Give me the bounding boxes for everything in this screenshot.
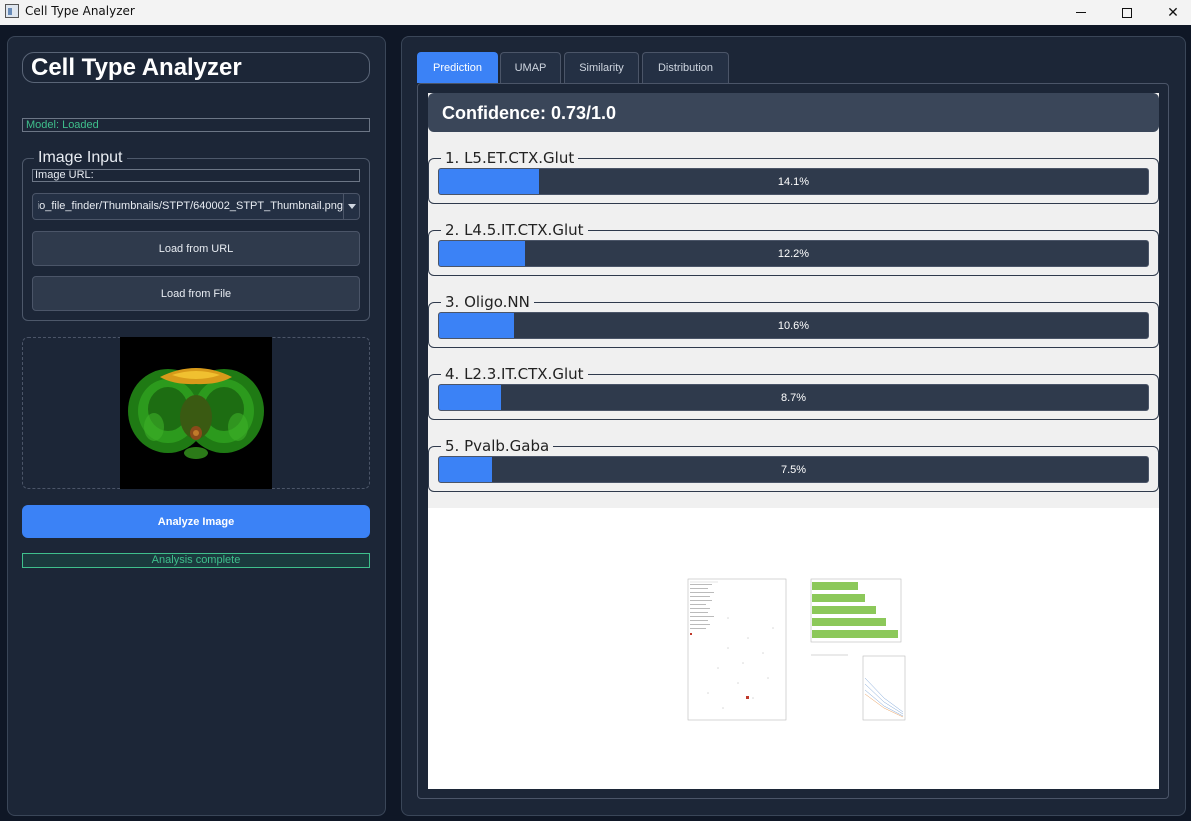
prediction-title: 5. Pvalb.Gaba — [441, 437, 554, 455]
window-title: Cell Type Analyzer — [25, 4, 135, 18]
brain-section-image — [120, 337, 272, 489]
load-from-file-button[interactable]: Load from File — [32, 276, 360, 311]
model-status: Model: Loaded — [22, 118, 370, 132]
load-from-url-button[interactable]: Load from URL — [32, 231, 360, 266]
maximize-button[interactable] — [1104, 0, 1150, 25]
prediction-title: 1. L5.ET.CTX.Glut — [441, 149, 579, 167]
prediction-progress-bar: 14.1% — [438, 168, 1149, 195]
prediction-title: 4. L2.3.IT.CTX.Glut — [441, 365, 588, 383]
minimize-icon — [1076, 12, 1086, 13]
app-icon — [5, 4, 19, 18]
title-bar: Cell Type Analyzer ✕ — [0, 0, 1191, 25]
prediction-progress-bar: 10.6% — [438, 312, 1149, 339]
close-button[interactable]: ✕ — [1150, 0, 1191, 25]
brain-section-graphic — [120, 337, 272, 489]
prediction-progress-bar: 8.7% — [438, 384, 1149, 411]
image-url-value: bio_file_finder/Thumbnails/STPT/640002_S… — [38, 200, 343, 212]
image-url-label: Image URL: — [32, 169, 360, 182]
prediction-percent: 7.5% — [780, 463, 807, 476]
results-figure-thumbnail — [687, 578, 906, 721]
tab-distribution[interactable]: Distribution — [642, 52, 729, 83]
prediction-title: 3. Oligo.NN — [441, 293, 534, 311]
chevron-down-icon[interactable] — [343, 194, 359, 219]
analysis-status: Analysis complete — [22, 553, 370, 568]
prediction-title: 2. L4.5.IT.CTX.Glut — [441, 221, 588, 239]
prediction-percent: 10.6% — [777, 319, 810, 332]
analyze-image-button[interactable]: Analyze Image — [22, 505, 370, 538]
prediction-progress-bar: 12.2% — [438, 240, 1149, 267]
maximize-icon — [1122, 7, 1132, 18]
prediction-percent: 8.7% — [780, 391, 807, 404]
prediction-percent: 12.2% — [777, 247, 810, 260]
prediction-percent: 14.1% — [777, 175, 810, 188]
tab-similarity[interactable]: Similarity — [564, 52, 639, 83]
results-plot-area — [428, 508, 1159, 789]
close-icon: ✕ — [1167, 4, 1179, 21]
minimize-button[interactable] — [1058, 0, 1104, 25]
confidence-header: Confidence: 0.73/1.0 — [428, 93, 1159, 132]
image-input-title: Image Input — [34, 149, 127, 167]
tab-prediction[interactable]: Prediction — [417, 52, 498, 83]
app-heading: Cell Type Analyzer — [22, 52, 370, 83]
image-url-combobox[interactable]: bio_file_finder/Thumbnails/STPT/640002_S… — [32, 193, 360, 220]
tab-umap[interactable]: UMAP — [500, 52, 561, 83]
prediction-progress-bar: 7.5% — [438, 456, 1149, 483]
